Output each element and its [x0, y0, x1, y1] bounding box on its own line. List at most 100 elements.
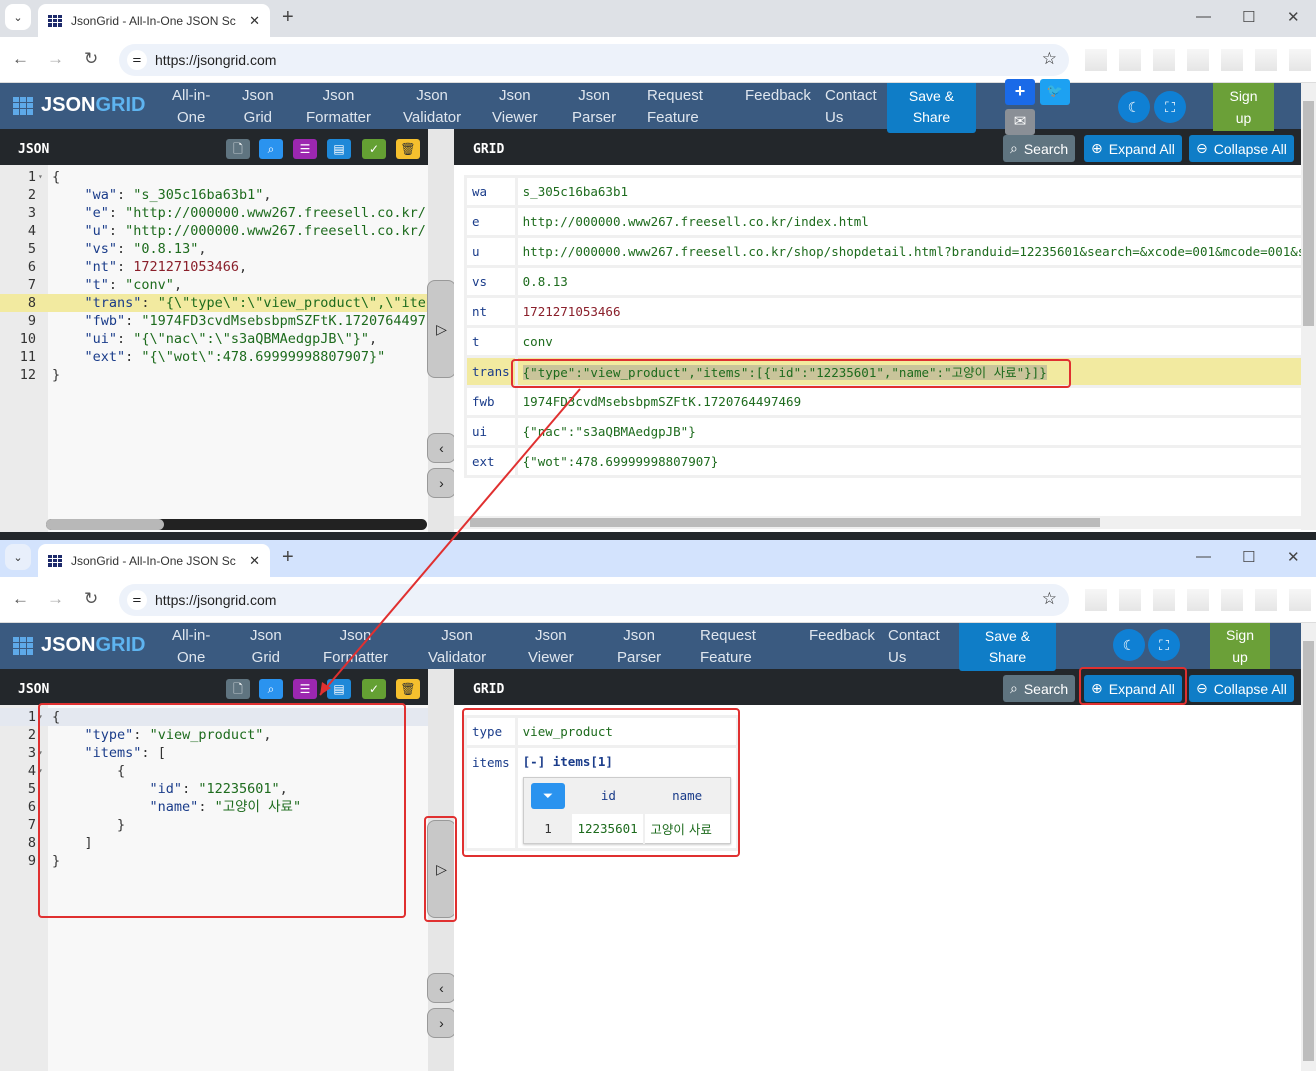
tab-search-button[interactable]: ⌄: [5, 544, 31, 570]
new-file-icon[interactable]: 🗋: [226, 679, 250, 699]
url-bar[interactable]: ⚌ https://jsongrid.com ☆: [119, 44, 1069, 76]
dark-mode-toggle-icon[interactable]: ☾: [1113, 629, 1145, 661]
nav-request-feature[interactable]: Request Feature: [647, 85, 703, 129]
sign-up-button[interactable]: Sign up: [1210, 623, 1270, 669]
bookmark-star-icon[interactable]: ☆: [1042, 589, 1057, 609]
page-scrollbar[interactable]: [1301, 623, 1316, 1071]
forward-icon[interactable]: →: [47, 589, 64, 609]
search-json-icon[interactable]: ⌕: [259, 139, 283, 159]
search-json-icon[interactable]: ⌕: [259, 679, 283, 699]
nav-json-formatter[interactable]: Json Formatter: [306, 85, 371, 129]
maximize-button[interactable]: ☐: [1242, 8, 1255, 26]
json-editor[interactable]: 1 ▾{2 "wa": "s_305c16ba63b1", 3 "e": "http…: [0, 165, 428, 532]
grid-value-text: http://000000.www267.freesell.co.kr/inde…: [522, 214, 869, 229]
browser-tab[interactable]: JsonGrid - All-In-One JSON Sc ✕: [38, 544, 270, 577]
nav-contact-us[interactable]: Contact Us: [825, 85, 877, 129]
grid-hscrollbar[interactable]: [454, 516, 1301, 529]
format-json-icon[interactable]: ☰: [293, 679, 317, 699]
reload-icon[interactable]: ↻: [84, 589, 98, 609]
tab-strip: ⌄ JsonGrid - All-In-One JSON Sc ✕ + — ☐ …: [0, 540, 1316, 577]
clear-json-icon[interactable]: 🗑: [396, 679, 420, 699]
new-file-icon[interactable]: 🗋: [226, 139, 250, 159]
nav-json-validator[interactable]: Json Validator: [403, 85, 461, 129]
maximize-button[interactable]: ☐: [1242, 548, 1255, 566]
email-share-icon[interactable]: ✉: [1005, 109, 1035, 135]
nav-all-in-one[interactable]: All-in- One: [172, 85, 210, 129]
table-view-icon[interactable]: ▤: [327, 679, 351, 699]
back-icon[interactable]: ←: [12, 589, 29, 609]
grid-search-button[interactable]: ⌕ Search: [1003, 135, 1076, 162]
nav-all-in-one[interactable]: All-in- One: [172, 625, 210, 669]
collapse-left-button[interactable]: ‹: [427, 973, 456, 1003]
collapse-right-button[interactable]: ›: [427, 468, 456, 498]
close-tab-icon[interactable]: ✕: [249, 553, 260, 569]
back-icon[interactable]: ←: [12, 49, 29, 69]
line-code: "wa": "s_305c16ba63b1",: [84, 187, 272, 203]
expand-all-button[interactable]: ⊕ Expand All: [1084, 135, 1182, 162]
collapse-all-button[interactable]: ⊖ Collapse All: [1189, 135, 1294, 162]
url-bar[interactable]: ⚌ https://jsongrid.com ☆: [119, 584, 1069, 616]
fullscreen-icon[interactable]: ⛶: [1154, 91, 1186, 123]
collapse-right-button[interactable]: ›: [427, 1008, 456, 1038]
line-number: 7: [27, 817, 36, 833]
reload-icon[interactable]: ↻: [84, 49, 98, 69]
nav-feedback[interactable]: Feedback: [745, 85, 811, 107]
site-settings-icon[interactable]: ⚌: [127, 50, 147, 70]
tab-search-button[interactable]: ⌄: [5, 4, 31, 30]
twitter-share-icon[interactable]: 🐦: [1040, 79, 1070, 105]
bookmark-star-icon[interactable]: ☆: [1042, 49, 1057, 69]
close-window-button[interactable]: ✕: [1287, 8, 1300, 26]
new-tab-button[interactable]: +: [282, 546, 294, 569]
collapse-all-button[interactable]: ⊖ Collapse All: [1189, 675, 1294, 702]
nav-request-feature[interactable]: Request Feature: [700, 625, 756, 669]
nav-feedback[interactable]: Feedback: [809, 625, 875, 647]
jsongrid-logo[interactable]: JSON GRID: [13, 634, 145, 657]
close-window-button[interactable]: ✕: [1287, 548, 1300, 566]
address-bar-row: ← → ↻ ⚌ https://jsongrid.com ☆: [0, 37, 1316, 83]
dark-mode-toggle-icon[interactable]: ☾: [1118, 91, 1150, 123]
clear-json-icon[interactable]: 🗑: [396, 139, 420, 159]
validate-json-icon[interactable]: ✓: [362, 679, 386, 699]
json-string: "1974FD3cvdMsebsbpmSZFtK.1720764497: [141, 313, 426, 329]
page-scrollbar[interactable]: [1301, 83, 1316, 530]
fold-toggle-icon[interactable]: ▾: [38, 168, 43, 186]
json-string: "http://000000.www267.freesell.co.kr/: [125, 223, 426, 239]
jsongrid-logo[interactable]: JSON GRID: [13, 94, 145, 117]
browser-tab[interactable]: JsonGrid - All-In-One JSON Sc ✕: [38, 4, 270, 37]
nav-json-viewer[interactable]: Json Viewer: [528, 625, 574, 669]
nav-json-formatter[interactable]: Json Formatter: [323, 625, 388, 669]
validate-json-icon[interactable]: ✓: [362, 139, 386, 159]
nav-json-parser[interactable]: Json Parser: [617, 625, 661, 669]
site-settings-icon[interactable]: ⚌: [127, 590, 147, 610]
line-number: 6: [27, 799, 36, 815]
format-json-icon[interactable]: ☰: [293, 139, 317, 159]
fullscreen-icon[interactable]: ⛶: [1148, 629, 1180, 661]
sign-up-button[interactable]: Sign up: [1213, 83, 1274, 131]
nav-json-viewer[interactable]: Json Viewer: [492, 85, 538, 129]
convert-to-grid-button[interactable]: ▷: [427, 280, 456, 378]
save-share-button[interactable]: Save & Share: [959, 623, 1056, 671]
nav-json-grid[interactable]: Json Grid: [250, 625, 282, 669]
grid-key: vs: [464, 265, 518, 298]
table-view-icon[interactable]: ▤: [327, 139, 351, 159]
minimize-button[interactable]: —: [1196, 548, 1211, 565]
nav-json-grid[interactable]: Json Grid: [242, 85, 274, 129]
editor-line: 10 "ui": "{\"nac\":\"s3aQBMAedgpJB\"}",: [0, 330, 428, 348]
line-number: 5: [27, 781, 36, 797]
save-share-button[interactable]: Save & Share: [887, 83, 976, 133]
nav-contact-us[interactable]: Contact Us: [888, 625, 940, 669]
forward-icon[interactable]: →: [47, 49, 64, 69]
grid-key: trans: [464, 355, 518, 388]
grid-search-button[interactable]: ⌕ Search: [1003, 675, 1076, 702]
minimize-button[interactable]: —: [1196, 8, 1211, 25]
addthis-share-icon[interactable]: +: [1005, 79, 1035, 105]
nav-json-parser[interactable]: Json Parser: [572, 85, 616, 129]
editor-hscrollbar[interactable]: [46, 519, 427, 530]
minus-circle-icon: ⊖: [1196, 680, 1208, 696]
nav-json-validator[interactable]: Json Validator: [428, 625, 486, 669]
tab-title: JsonGrid - All-In-One JSON Sc: [71, 553, 236, 568]
new-tab-button[interactable]: +: [282, 6, 294, 29]
line-code: "vs": "0.8.13",: [84, 241, 207, 257]
collapse-left-button[interactable]: ‹: [427, 433, 456, 463]
close-tab-icon[interactable]: ✕: [249, 13, 260, 29]
